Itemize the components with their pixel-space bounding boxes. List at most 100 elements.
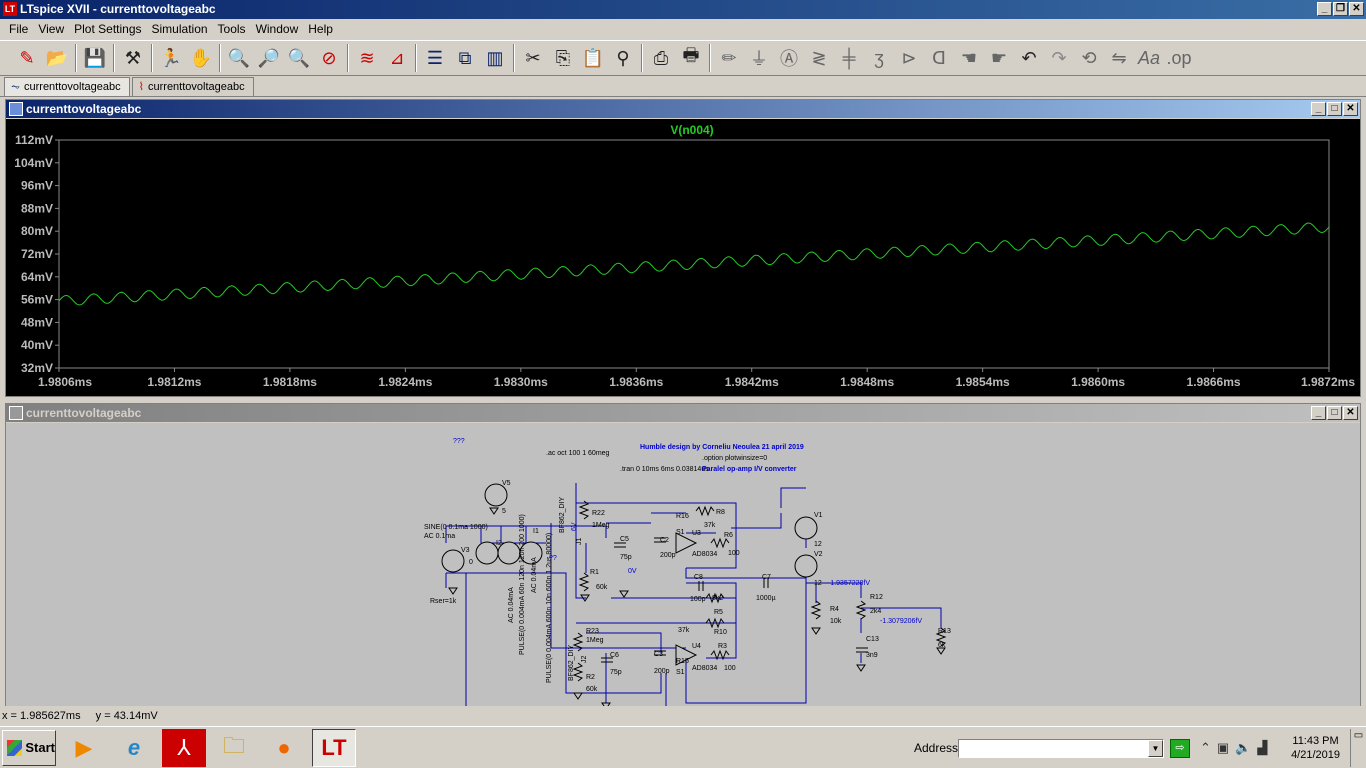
- voltage-source-v1[interactable]: [794, 516, 818, 540]
- print-setup-icon[interactable]: ⎙: [646, 44, 676, 72]
- schem-directive[interactable]: .ac oct 100 1 60meg: [546, 450, 610, 457]
- schem-label[interactable]: R6: [724, 532, 733, 539]
- schem-label[interactable]: R8: [716, 509, 725, 516]
- schem-label[interactable]: R3: [718, 643, 727, 650]
- save-icon[interactable]: 💾: [80, 44, 110, 72]
- schem-label[interactable]: 3n9: [866, 652, 878, 659]
- schem-label[interactable]: PULSE(0 0.004mA 60n 120n 120n 200 1000): [519, 514, 526, 655]
- close-button[interactable]: ✕: [1343, 406, 1358, 420]
- menu-plot-settings[interactable]: Plot Settings: [69, 22, 146, 36]
- schem-label[interactable]: U3: [692, 530, 701, 537]
- menu-view[interactable]: View: [33, 22, 69, 36]
- schem-label[interactable]: 100p: [690, 596, 706, 603]
- close-button[interactable]: ✕: [1343, 102, 1358, 116]
- tile-vertical-icon[interactable]: ▥: [480, 44, 510, 72]
- waveform-window-title-bar[interactable]: currenttovoltageabc _ □ ✕: [6, 100, 1360, 118]
- schem-label[interactable]: 10k: [830, 618, 842, 625]
- schem-label[interactable]: R10: [714, 629, 727, 636]
- schem-label[interactable]: 1Meg: [586, 637, 604, 644]
- schem-label[interactable]: R1: [590, 569, 599, 576]
- start-button[interactable]: Start: [2, 729, 56, 766]
- schem-label[interactable]: 60k: [586, 686, 598, 693]
- menu-tools[interactable]: Tools: [213, 22, 251, 36]
- minimize-button[interactable]: _: [1317, 2, 1332, 16]
- schem-label[interactable]: 8k2: [712, 595, 723, 602]
- schem-label[interactable]: 12: [814, 580, 822, 587]
- schem-node-voltage[interactable]: -1.9357228fV: [828, 580, 870, 587]
- tile-horizontal-icon[interactable]: ☰: [420, 44, 450, 72]
- redo-icon[interactable]: ↷: [1044, 44, 1074, 72]
- schem-label[interactable]: V1: [814, 512, 823, 519]
- minimize-button[interactable]: _: [1311, 406, 1326, 420]
- drag-hand-icon[interactable]: ☛: [984, 44, 1014, 72]
- print-icon[interactable]: 🖶: [676, 44, 706, 72]
- schem-label[interactable]: 37k: [678, 627, 690, 634]
- schem-text[interactable]: ??: [549, 555, 557, 562]
- schem-label[interactable]: C8: [694, 574, 703, 581]
- maximize-button[interactable]: □: [1327, 102, 1342, 116]
- undo-icon[interactable]: ↶: [1014, 44, 1044, 72]
- schem-label[interactable]: C6: [610, 652, 619, 659]
- schem-label[interactable]: AC 0.04mA: [531, 557, 538, 593]
- schem-label[interactable]: R2: [586, 674, 595, 681]
- volume-icon[interactable]: 🔈: [1235, 740, 1251, 756]
- paste-icon[interactable]: 📋: [578, 44, 608, 72]
- waveform-plot[interactable]: V(n004) 112mV 104mV 96mV 88mV 80mV 72mV 64mV 56…: [6, 119, 1360, 396]
- schem-label[interactable]: AC 0.1ma: [424, 533, 455, 540]
- ground-icon[interactable]: ⏚: [744, 44, 774, 72]
- menu-simulation[interactable]: Simulation: [147, 22, 213, 36]
- run-icon[interactable]: 🏃: [156, 44, 186, 72]
- schem-label[interactable]: I2: [496, 540, 502, 547]
- schem-label[interactable]: 100: [728, 550, 740, 557]
- clock[interactable]: 11:43 PM 4/21/2019: [1291, 734, 1340, 762]
- wire-icon[interactable]: ✏: [714, 44, 744, 72]
- autorange-icon[interactable]: ≋: [352, 44, 382, 72]
- notification-icon[interactable]: ▭: [1350, 729, 1366, 767]
- schem-label[interactable]: C13: [866, 636, 879, 643]
- address-dropdown-button[interactable]: ▼: [1148, 740, 1163, 757]
- internet-explorer-icon[interactable]: e: [112, 729, 156, 767]
- schem-label[interactable]: J1: [576, 538, 583, 546]
- schem-label[interactable]: SINE(0 0.1ma 1000): [424, 524, 488, 531]
- find-icon[interactable]: ⚲: [608, 44, 638, 72]
- schem-label[interactable]: I1: [533, 528, 539, 535]
- mirror-icon[interactable]: ⇋: [1104, 44, 1134, 72]
- tab-waveform[interactable]: ⌇ currenttovoltageabc: [131, 77, 254, 96]
- tab-schematic[interactable]: ⏦ currenttovoltageabc: [4, 77, 130, 96]
- text-icon[interactable]: Aa: [1134, 44, 1164, 72]
- schem-label[interactable]: C7: [762, 574, 771, 581]
- copy-icon[interactable]: ⎘: [548, 44, 578, 72]
- menu-help[interactable]: Help: [303, 22, 338, 36]
- schem-label[interactable]: S1: [676, 529, 685, 536]
- schem-label[interactable]: 6V: [571, 522, 578, 531]
- trace-label-v-n004[interactable]: V(n004): [670, 123, 713, 137]
- schem-label[interactable]: Rser=1k: [430, 598, 457, 605]
- schem-label[interactable]: 200p: [654, 668, 670, 675]
- diode-icon[interactable]: ⊳: [894, 44, 924, 72]
- schem-label[interactable]: 1000µ: [756, 595, 776, 602]
- zoom-full-icon[interactable]: 🔎: [254, 44, 284, 72]
- show-hidden-icon[interactable]: ⌃: [1200, 740, 1211, 756]
- schem-label[interactable]: 200p: [660, 552, 676, 559]
- close-button[interactable]: ✕: [1349, 2, 1364, 16]
- firefox-icon[interactable]: ●: [262, 729, 306, 767]
- halt-hand-icon[interactable]: ✋: [186, 44, 216, 72]
- voltage-source-v5[interactable]: [484, 483, 508, 507]
- go-arrow-icon[interactable]: ⇨: [1170, 739, 1190, 758]
- trace-v-n004[interactable]: [58, 222, 1330, 306]
- schem-label[interactable]: U4: [692, 643, 701, 650]
- component-icon[interactable]: ᗡ: [924, 44, 954, 72]
- voltage-source-v2[interactable]: [794, 554, 818, 578]
- network-icon[interactable]: ▟: [1257, 740, 1267, 756]
- ltspice-icon[interactable]: LT: [312, 728, 356, 767]
- rotate-icon[interactable]: ⟲: [1074, 44, 1104, 72]
- minimize-button[interactable]: _: [1311, 102, 1326, 116]
- open-folder-icon[interactable]: 📂: [42, 44, 72, 72]
- schem-label[interactable]: 60k: [596, 584, 608, 591]
- schem-comment[interactable]: Humble design by Corneliu Neoulea 21 apr…: [640, 444, 804, 451]
- devices-icon[interactable]: ▣: [1217, 740, 1229, 756]
- schem-text[interactable]: ???: [453, 438, 465, 445]
- schem-label[interactable]: V5: [502, 480, 511, 487]
- cascade-icon[interactable]: ⧉: [450, 44, 480, 72]
- new-schematic-icon[interactable]: ✎: [12, 44, 42, 72]
